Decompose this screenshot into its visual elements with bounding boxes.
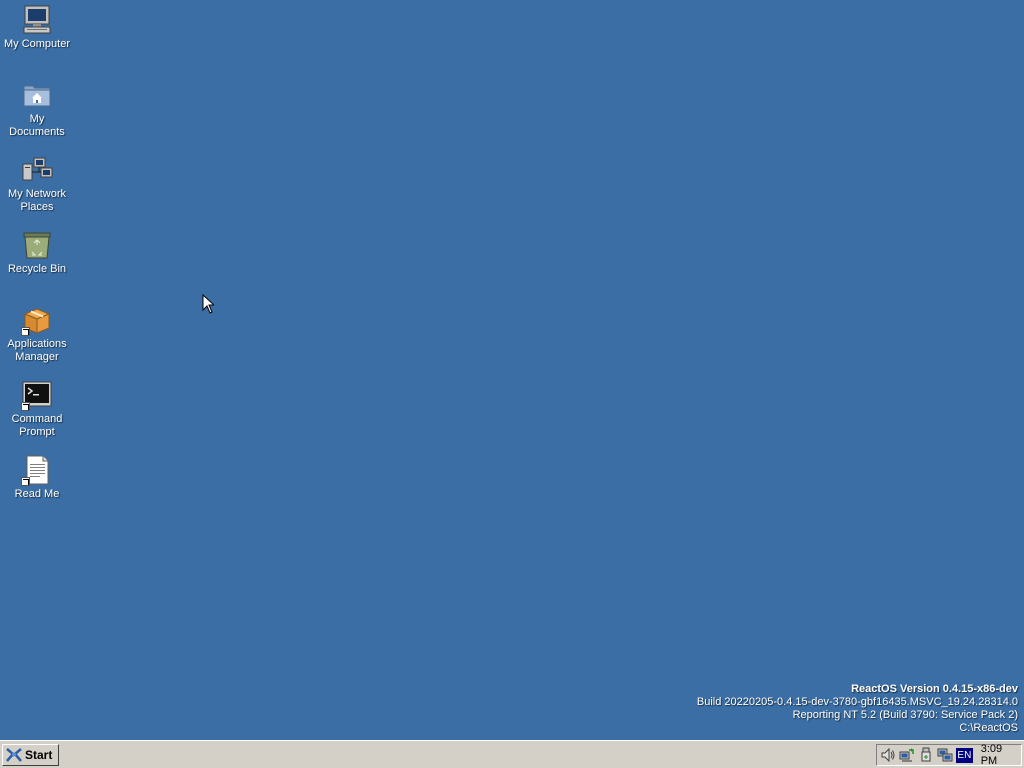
network-icon (21, 154, 53, 186)
start-button[interactable]: Start (2, 744, 59, 766)
desktop-icon-read-me[interactable]: Read Me (2, 454, 72, 524)
icon-label: Command Prompt (11, 413, 63, 438)
clock[interactable]: 3:09 PM (981, 743, 1021, 767)
icon-label: Applications Manager (7, 338, 67, 363)
desktop-icon-command-prompt[interactable]: Command Prompt (2, 379, 72, 449)
desktop[interactable]: My Computer My Documents My Network Plac… (0, 0, 1024, 740)
version-line: ReactOS Version 0.4.15-x86-dev (851, 683, 1018, 695)
desktop-icon-my-network-places[interactable]: My Network Places (2, 154, 72, 224)
start-label: Start (25, 748, 53, 762)
reactos-logo-icon (6, 748, 22, 762)
reporting-line: Reporting NT 5.2 (Build 3790: Service Pa… (792, 709, 1018, 721)
desktop-icon-applications-manager[interactable]: Applications Manager (2, 304, 72, 374)
document-icon (21, 454, 53, 486)
display-icon[interactable] (937, 747, 953, 763)
icon-label: My Network Places (7, 188, 67, 213)
build-line: Build 20220205-0.4.15-dev-3780-gbf16435.… (696, 696, 1018, 708)
icon-label: Read Me (14, 488, 60, 500)
icon-label: My Computer (3, 38, 71, 50)
safely-remove-hardware-icon[interactable] (918, 747, 934, 763)
language-indicator[interactable]: EN (956, 747, 973, 763)
shortcut-arrow-icon (21, 477, 30, 486)
shortcut-arrow-icon (21, 327, 30, 336)
icon-label: My Documents (9, 113, 65, 138)
console-icon (21, 379, 53, 411)
mouse-pointer-icon (202, 293, 216, 317)
desktop-icon-my-documents[interactable]: My Documents (2, 79, 72, 149)
taskbar: Start EN 3:09 PM (0, 740, 1024, 768)
version-info: ReactOS Version 0.4.15-x86-dev Build 202… (697, 683, 1018, 735)
shortcut-arrow-icon (21, 402, 30, 411)
path-line: C:\ReactOS (959, 722, 1018, 734)
computer-icon (21, 4, 53, 36)
desktop-icon-recycle-bin[interactable]: Recycle Bin (2, 229, 72, 299)
system-tray: EN 3:09 PM (876, 743, 1022, 767)
package-icon (21, 304, 53, 336)
folder-home-icon (21, 79, 53, 111)
recycle-bin-icon (21, 229, 53, 261)
icon-label: Recycle Bin (7, 263, 67, 275)
network-connection-icon[interactable] (899, 747, 915, 763)
desktop-icon-my-computer[interactable]: My Computer (2, 4, 72, 74)
volume-icon[interactable] (880, 747, 896, 763)
